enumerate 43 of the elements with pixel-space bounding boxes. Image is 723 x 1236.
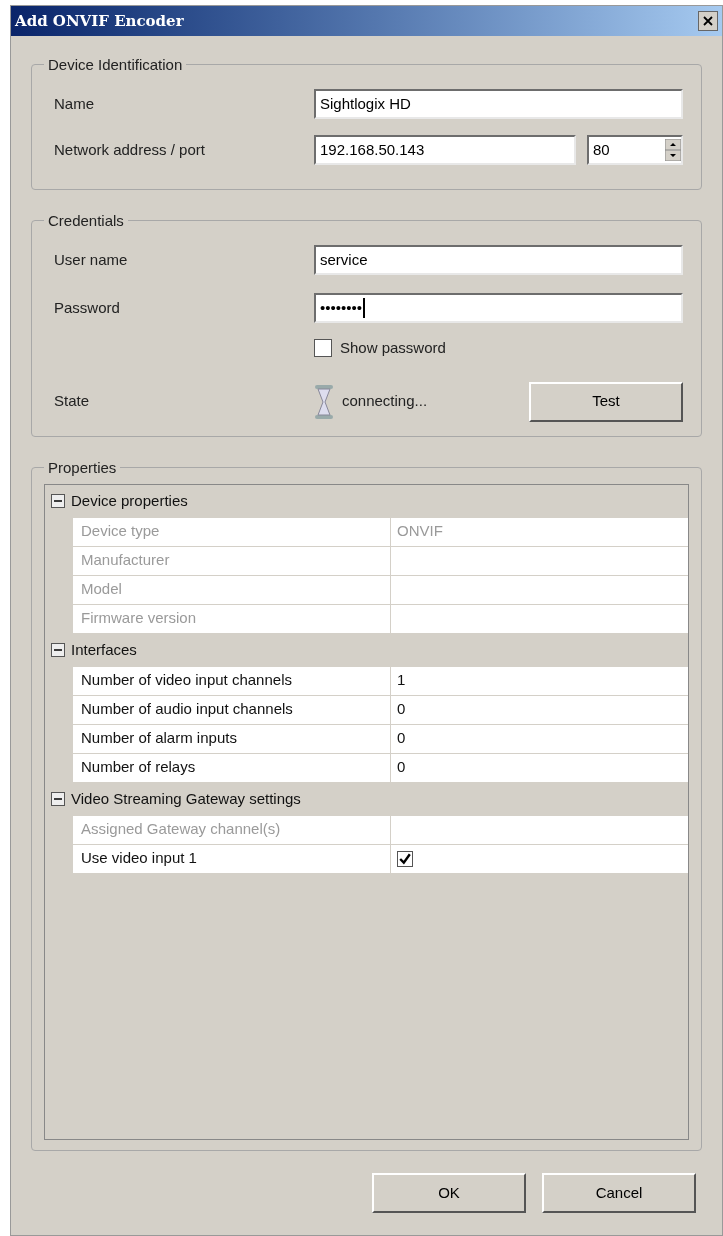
collapse-icon[interactable] bbox=[51, 494, 65, 508]
property-value: 1 bbox=[397, 670, 406, 691]
test-button[interactable]: Test bbox=[529, 381, 683, 422]
collapse-icon[interactable] bbox=[51, 792, 65, 806]
checkbox[interactable] bbox=[314, 339, 332, 358]
close-button[interactable] bbox=[698, 11, 718, 31]
property-name: Device type bbox=[73, 517, 391, 546]
property-name: Number of relays bbox=[73, 753, 391, 782]
password-field[interactable]: •••••••• bbox=[314, 293, 683, 323]
field-label: Password bbox=[54, 297, 121, 318]
port-spinner[interactable]: 80 bbox=[587, 135, 683, 165]
spin-arrows-icon bbox=[665, 139, 681, 161]
field-label: Network address / port bbox=[54, 139, 206, 160]
checkbox[interactable] bbox=[397, 850, 413, 867]
field-label: State bbox=[54, 391, 91, 412]
collapse-icon[interactable] bbox=[51, 643, 65, 657]
field-label: User name bbox=[54, 249, 129, 270]
property-name: Model bbox=[73, 575, 391, 604]
field-label: Name bbox=[54, 93, 95, 114]
property-name: Use video input 1 bbox=[73, 844, 391, 873]
property-value: ONVIF bbox=[397, 521, 443, 542]
property-name: Firmware version bbox=[73, 604, 391, 633]
dialog-button[interactable]: Cancel bbox=[542, 1173, 696, 1213]
property-value: 0 bbox=[397, 728, 406, 749]
property-name: Manufacturer bbox=[73, 546, 391, 575]
close-icon bbox=[703, 16, 713, 26]
property-value: 0 bbox=[397, 699, 406, 720]
window-title: Add ONVIF Encoder bbox=[15, 10, 184, 32]
name-field[interactable]: Sightlogix HD bbox=[314, 89, 683, 119]
hourglass-icon bbox=[314, 383, 334, 420]
property-name: Assigned Gateway channel(s) bbox=[73, 815, 391, 844]
property-name: Number of alarm inputs bbox=[73, 724, 391, 753]
dialog-button[interactable]: OK bbox=[372, 1173, 526, 1213]
category-header: Video Streaming Gateway settings bbox=[71, 788, 301, 809]
property-name: Number of audio input channels bbox=[73, 695, 391, 724]
property-name: Number of video input channels bbox=[73, 666, 391, 695]
category-header: Device properties bbox=[71, 490, 188, 511]
property-value: 0 bbox=[397, 757, 406, 778]
state-text: connecting... bbox=[342, 391, 429, 412]
category-header: Interfaces bbox=[71, 639, 137, 660]
username-field[interactable]: service bbox=[314, 245, 683, 275]
address-field[interactable]: 192.168.50.143 bbox=[314, 135, 576, 165]
checkbox-label: Show password bbox=[340, 338, 446, 358]
